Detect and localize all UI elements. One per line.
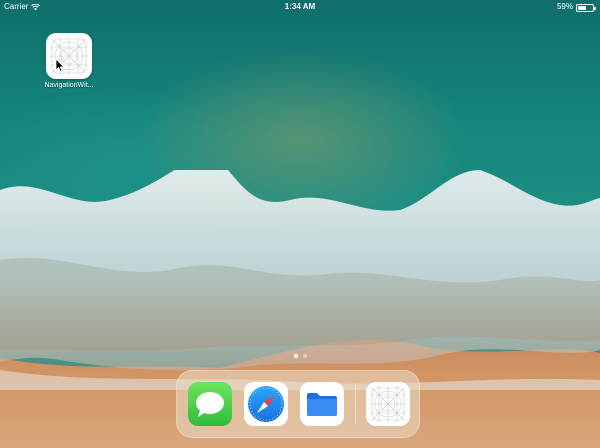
dock-safari[interactable] [244,382,288,426]
safari-compass-icon [248,386,284,422]
messages-icon [196,392,224,417]
dock [176,370,420,438]
battery-percent: 59% [556,2,573,11]
app-placeholder-icon [370,386,406,422]
status-bar: Carrier 1:34 AM 59% [0,0,600,14]
files-folder-icon [307,393,337,416]
mouse-pointer-icon [55,58,65,73]
battery-icon [576,3,596,12]
battery-level-fill [578,5,586,10]
app-placeholder-icon [50,37,88,75]
page-dot [303,354,307,358]
app-icon-navigationwit[interactable] [46,33,92,79]
page-dot [294,354,298,358]
page-indicator[interactable] [294,354,307,358]
dock-recent-navigationwit[interactable] [366,382,410,426]
status-bar-right: 59% [556,0,596,14]
dock-divider [355,384,356,424]
app-label: NavigationWit... [44,82,94,89]
status-time: 1:34 AM [284,2,316,11]
home-screen: Carrier 1:34 AM 59% NavigationWit... [0,0,600,448]
dock-messages[interactable] [188,382,232,426]
dock-files[interactable] [300,382,344,426]
